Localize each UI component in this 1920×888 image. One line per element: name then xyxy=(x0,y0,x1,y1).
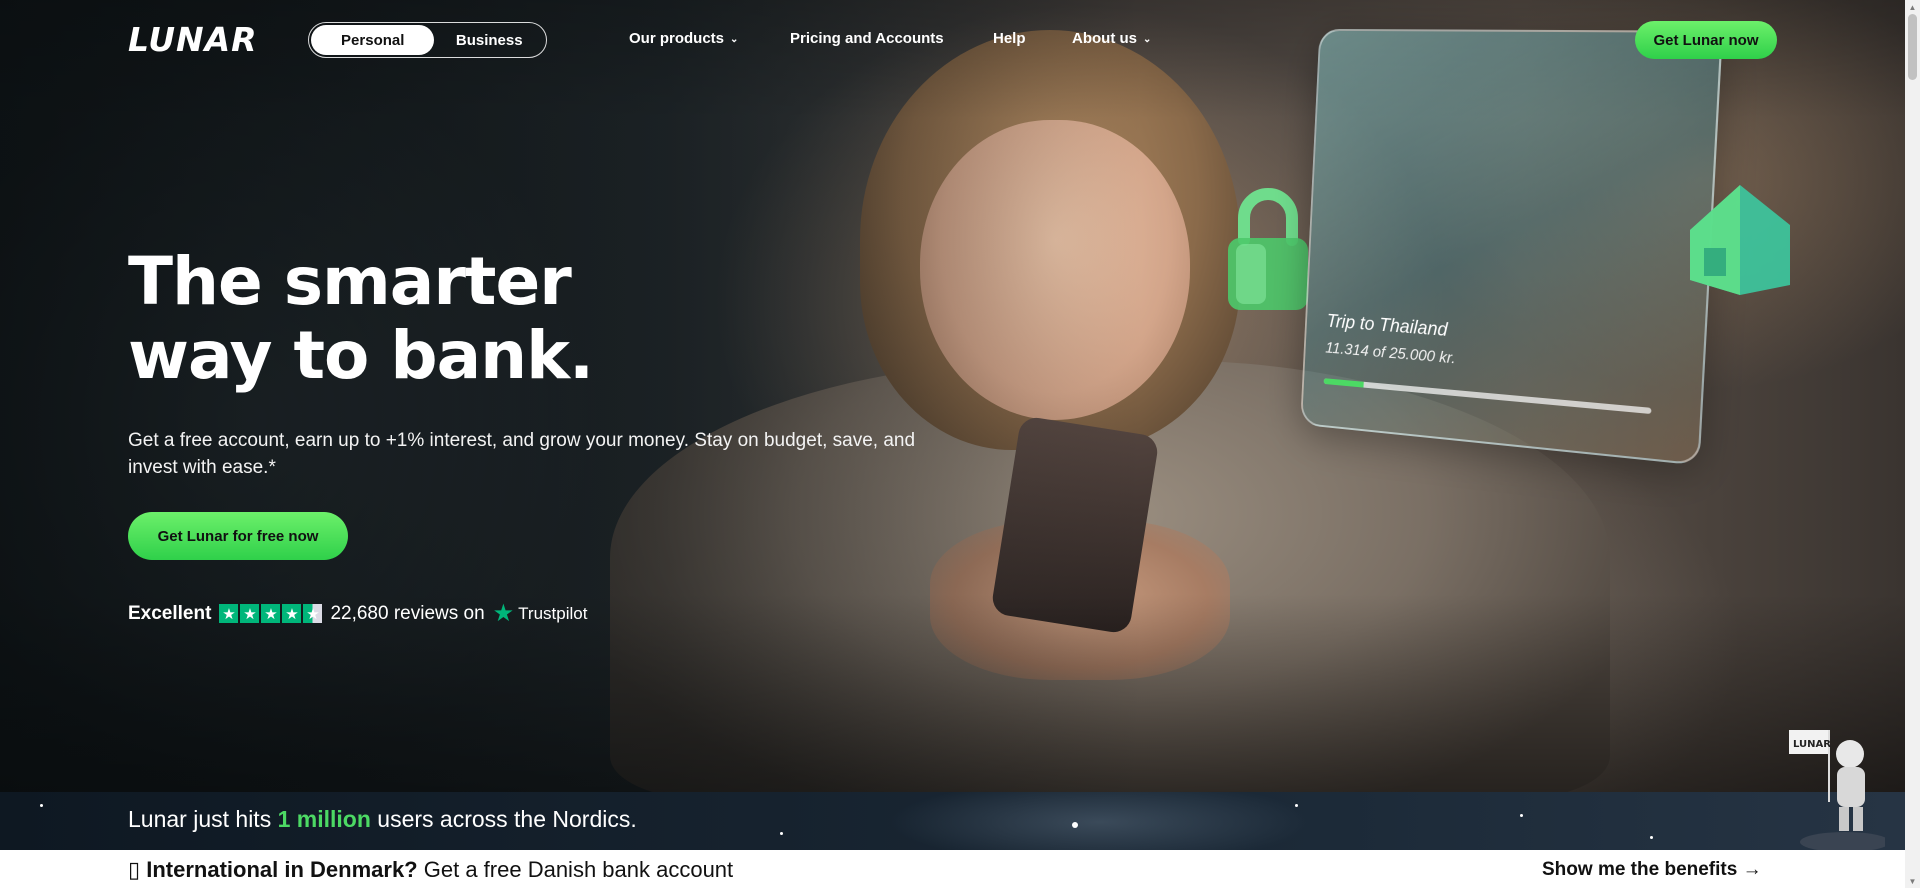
star-icon: ★ xyxy=(282,604,302,623)
nav-help[interactable]: Help xyxy=(993,30,1026,47)
goal-title: Trip to Thailand xyxy=(1326,311,1449,341)
rating-stars: ★ ★ ★ ★ ★ xyxy=(219,604,323,623)
rating-word: Excellent xyxy=(128,602,212,624)
page-scrollbar[interactable]: ▲ ▼ xyxy=(1905,0,1920,888)
international-sub: Get a free Danish bank account xyxy=(423,857,734,882)
international-bar: ▯ International in Denmark? Get a free D… xyxy=(0,850,1905,888)
flag-icon: ▯ xyxy=(128,857,141,882)
nav-about-us[interactable]: About us ⌄ xyxy=(1072,30,1151,47)
scroll-down-icon[interactable]: ▼ xyxy=(1905,874,1920,888)
nav-our-products[interactable]: Our products ⌄ xyxy=(629,30,738,47)
business-toggle-button[interactable]: Business xyxy=(434,25,544,55)
international-bold: International in Denmark? xyxy=(146,857,418,882)
star-dot xyxy=(1520,814,1523,817)
star-icon: ★ xyxy=(261,604,281,623)
nav-about-label: About us xyxy=(1072,30,1137,47)
nav-pricing-and-accounts[interactable]: Pricing and Accounts xyxy=(790,30,944,47)
star-icon: ★ xyxy=(219,604,239,623)
star-dot xyxy=(1072,822,1078,828)
half-star-icon: ★ xyxy=(303,604,323,623)
star-dot xyxy=(40,804,43,807)
international-text: ▯ International in Denmark? Get a free D… xyxy=(128,857,733,883)
get-lunar-now-button[interactable]: Get Lunar now xyxy=(1635,21,1777,59)
announcement-suffix: users across the Nordics. xyxy=(377,806,637,832)
svg-text:LUNAR: LUNAR xyxy=(1793,739,1831,750)
headline-line-1: The smarter xyxy=(128,243,572,320)
trustpilot-widget[interactable]: Excellent ★ ★ ★ ★ ★ 22,680 reviews on ★ … xyxy=(128,599,587,628)
get-lunar-free-button[interactable]: Get Lunar for free now xyxy=(128,512,348,560)
nav-our-products-label: Our products xyxy=(629,30,725,47)
announcement-prefix: Lunar just hits xyxy=(128,806,272,832)
star-icon: ★ xyxy=(240,604,260,623)
personal-toggle-button[interactable]: Personal xyxy=(311,25,435,55)
star-dot xyxy=(1650,836,1653,839)
announcement-text: Lunar just hits 1 million users across t… xyxy=(128,806,637,833)
lunar-logo[interactable]: LUNAR xyxy=(128,20,258,59)
show-benefits-link[interactable]: Show me the benefits → xyxy=(1542,859,1762,881)
trustpilot-brand: Trustpilot xyxy=(518,603,588,623)
announcement-banner[interactable]: Lunar just hits 1 million users across t… xyxy=(0,792,1905,850)
nav-pricing-label: Pricing and Accounts xyxy=(790,30,944,47)
review-count: 22,680 reviews on xyxy=(330,602,485,624)
goal-progress-bar xyxy=(1323,378,1652,415)
account-type-toggle: Personal Business xyxy=(308,22,547,58)
hero-subtext: Get a free account, earn up to +1% inter… xyxy=(128,430,916,478)
hero-headline: The smarter way to bank. xyxy=(128,243,594,394)
chevron-down-icon: ⌄ xyxy=(1143,34,1152,45)
goal-progress-fill xyxy=(1323,378,1364,388)
goal-amount: 11.314 of 25.000 kr. xyxy=(1324,339,1457,368)
announcement-highlight: 1 million xyxy=(277,806,371,832)
headline-line-2: way to bank. xyxy=(128,317,594,394)
savings-goal-card: Trip to Thailand 11.314 of 25.000 kr. xyxy=(1300,28,1723,466)
scroll-up-icon[interactable]: ▲ xyxy=(1905,0,1920,14)
star-dot xyxy=(1295,804,1298,807)
astronaut-icon: LUNAR xyxy=(1789,730,1885,850)
scroll-thumb[interactable] xyxy=(1908,14,1917,80)
lock-icon xyxy=(1228,188,1308,310)
star-dot xyxy=(780,832,783,835)
chevron-down-icon: ⌄ xyxy=(730,34,739,45)
trustpilot-star-icon: ★ xyxy=(492,600,515,627)
nav-help-label: Help xyxy=(993,30,1026,47)
house-icon xyxy=(1690,185,1790,295)
